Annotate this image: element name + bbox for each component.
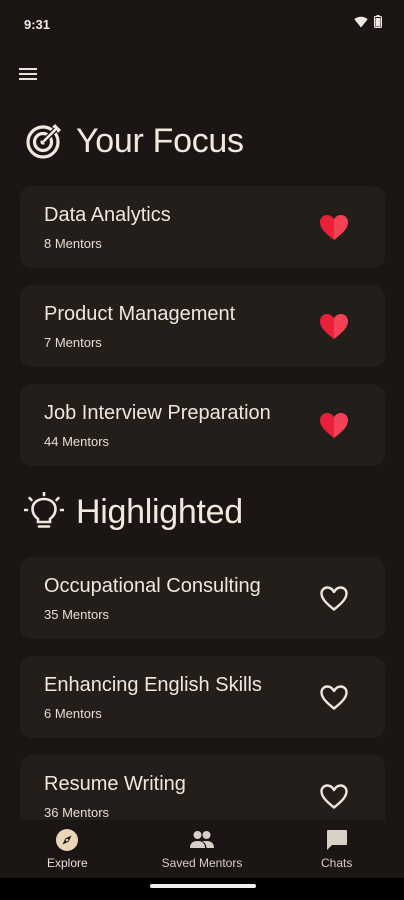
highlighted-section-header: Highlighted xyxy=(24,492,243,532)
card-mentor-count: 7 Mentors xyxy=(44,335,102,350)
card-title: Enhancing English Skills xyxy=(44,674,262,696)
chat-icon xyxy=(309,828,365,852)
lightbulb-icon xyxy=(24,492,64,532)
gesture-area xyxy=(0,878,404,900)
focus-card-data-analytics[interactable]: Data Analytics 8 Mentors xyxy=(20,186,385,268)
card-mentor-count: 44 Mentors xyxy=(44,434,110,449)
card-title: Data Analytics xyxy=(44,204,171,226)
people-icon xyxy=(174,828,230,852)
focus-card-job-interview-preparation[interactable]: Job Interview Preparation 44 Mentors xyxy=(20,384,385,466)
card-title: Product Management xyxy=(44,303,236,325)
menu-button[interactable] xyxy=(14,62,42,90)
nav-label: Saved Mentors xyxy=(161,856,243,870)
heart-outline-icon[interactable] xyxy=(319,682,349,712)
nav-item-saved-mentors[interactable]: Saved Mentors xyxy=(135,820,270,878)
wifi-icon xyxy=(354,15,368,33)
status-bar: 9:31 xyxy=(0,0,404,48)
highlighted-card-enhancing-english-skills[interactable]: Enhancing English Skills 6 Mentors xyxy=(20,656,385,738)
heart-filled-icon[interactable] xyxy=(319,212,349,242)
focus-card-product-management[interactable]: Product Management 7 Mentors xyxy=(20,285,385,367)
card-title: Resume Writing xyxy=(44,773,186,795)
highlighted-card-occupational-consulting[interactable]: Occupational Consulting 35 Mentors xyxy=(20,557,385,639)
status-icons xyxy=(354,15,382,33)
app-screen: 9:31 Your Focus Data Analytics 8 Mentors… xyxy=(0,0,404,900)
bottom-nav: Explore Saved Mentors Chats xyxy=(0,820,404,878)
nav-label: Explore xyxy=(46,856,88,870)
heart-filled-icon[interactable] xyxy=(319,410,349,440)
focus-section-header: Your Focus xyxy=(24,121,244,161)
heart-outline-icon[interactable] xyxy=(319,583,349,613)
card-title: Job Interview Preparation xyxy=(44,402,271,424)
card-mentor-count: 35 Mentors xyxy=(44,607,110,622)
card-title: Occupational Consulting xyxy=(44,575,261,597)
target-icon xyxy=(24,121,64,161)
compass-icon xyxy=(39,828,95,852)
heart-outline-icon[interactable] xyxy=(319,781,349,811)
card-mentor-count: 8 Mentors xyxy=(44,236,102,251)
hamburger-icon xyxy=(18,67,38,86)
card-mentor-count: 6 Mentors xyxy=(44,706,102,721)
focus-section-title: Your Focus xyxy=(76,121,244,160)
status-time: 9:31 xyxy=(24,16,51,32)
nav-item-explore[interactable]: Explore xyxy=(0,820,135,878)
home-gesture-bar[interactable] xyxy=(150,884,256,888)
nav-label: Chats xyxy=(321,856,353,870)
battery-icon xyxy=(374,15,382,33)
card-mentor-count: 36 Mentors xyxy=(44,805,110,820)
nav-item-chats[interactable]: Chats xyxy=(269,820,404,878)
heart-filled-icon[interactable] xyxy=(319,311,349,341)
highlighted-section-title: Highlighted xyxy=(76,492,243,531)
